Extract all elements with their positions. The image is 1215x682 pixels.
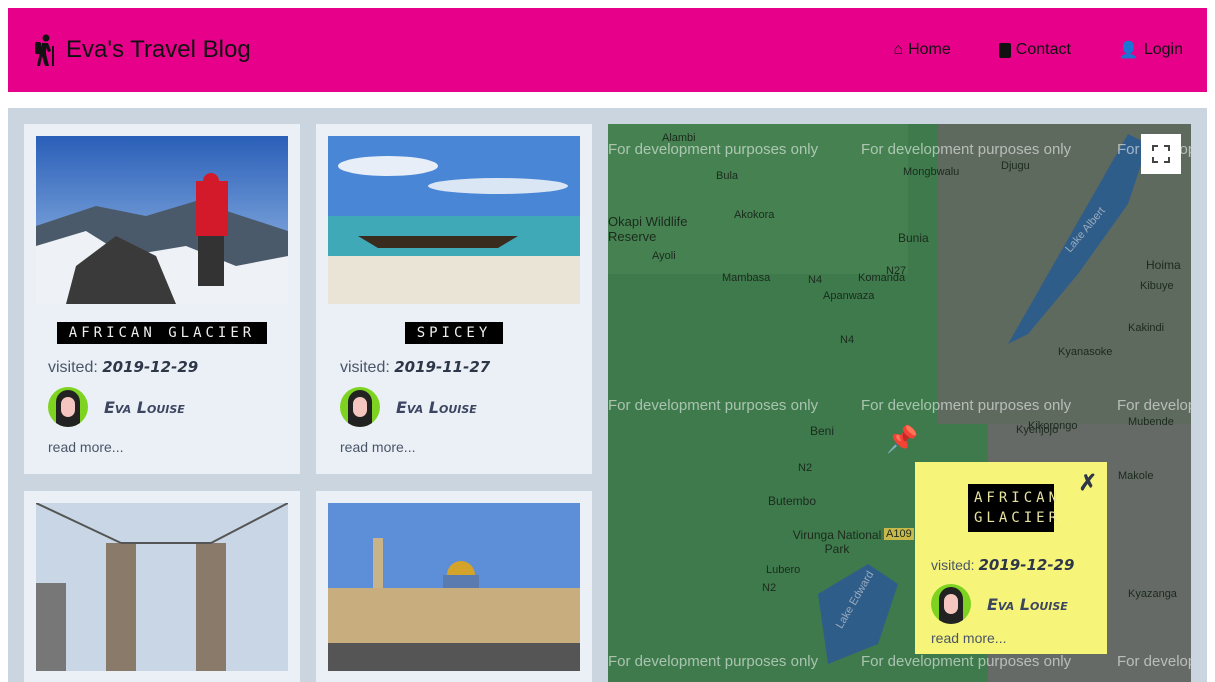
site-title: Eva's Travel Blog (66, 36, 251, 63)
visited-label: visited: (931, 557, 975, 573)
map-label: Kyanasoke (1058, 346, 1113, 358)
popup-author: Eva Louise (931, 584, 1091, 624)
map-label: A109 (884, 528, 914, 540)
visited-date: 2019-12-29 (978, 556, 1075, 574)
avatar (931, 584, 971, 624)
author-name: Eva Louise (987, 594, 1068, 614)
author: Eva Louise (48, 387, 288, 427)
map-label: Beni (810, 424, 835, 438)
map-watermark: For development purposes only (861, 141, 1072, 158)
map-label: N2 (798, 462, 813, 474)
map-label: N4 (840, 334, 855, 346)
read-more-link[interactable]: read more... (340, 439, 580, 455)
post-card[interactable]: SPICEY visited: 2019-11-27 Eva Louise re… (316, 124, 592, 474)
fullscreen-button[interactable] (1141, 134, 1181, 174)
visited-date: 2019-12-29 (102, 358, 199, 376)
brand[interactable]: Eva's Travel Blog (32, 34, 251, 66)
author-name: Eva Louise (104, 397, 185, 417)
main-content: AFRICAN GLACIER visited: 2019-12-29 Eva … (8, 108, 1207, 682)
map-label: N4 (808, 274, 823, 286)
main-nav: ⌂ Home Contact 👤 Login (893, 40, 1183, 60)
post-photo[interactable] (36, 136, 288, 304)
map-watermark: For development purposes only (861, 397, 1072, 414)
map-label: Virunga National Park (792, 528, 882, 556)
header: Eva's Travel Blog ⌂ Home Contact 👤 Login (8, 8, 1207, 92)
post-photo[interactable] (328, 503, 580, 671)
map-watermark: For development purposes only (861, 653, 1072, 670)
map-watermark: For development purposes only (608, 397, 819, 414)
visited-line: visited: 2019-11-27 (340, 358, 580, 377)
author: Eva Louise (340, 387, 580, 427)
read-more-link[interactable]: read more... (931, 630, 1091, 646)
map-label: Bula (716, 170, 739, 182)
map-label: Kakindi (1128, 322, 1165, 334)
map-info-popup: ✗ AFRICAN GLACIER visited: 2019-12-29 Ev… (915, 462, 1107, 654)
avatar (340, 387, 380, 427)
post-card[interactable]: AFRICAN GLACIER visited: 2019-12-29 Eva … (24, 124, 300, 474)
map-watermark: For development purposes only (1117, 397, 1191, 414)
nav-contact[interactable]: Contact (998, 40, 1071, 60)
map-label: Butembo (768, 494, 817, 508)
map-watermark: For development purposes only (608, 141, 819, 158)
map-label: Mubende (1128, 416, 1174, 428)
read-more-link[interactable]: read more... (48, 439, 288, 455)
nav-contact-label: Contact (1015, 41, 1071, 58)
map-label: N27 (886, 265, 907, 277)
map-label: Akokora (734, 209, 775, 221)
map-label: Alambi (662, 132, 696, 144)
visited-label: visited: (48, 359, 98, 376)
map-label: Lubero (766, 564, 801, 576)
map-watermark: For development purposes only (608, 653, 819, 670)
map-label: Mambasa (722, 272, 771, 284)
map-pin-icon[interactable]: 📌 (886, 424, 918, 455)
map-label: Makole (1118, 470, 1154, 482)
post-card[interactable] (316, 491, 592, 682)
map-label: Kibuye (1140, 280, 1174, 292)
popup-visited-line: visited: 2019-12-29 (931, 556, 1091, 574)
map-label: Ayoli (652, 250, 676, 262)
map-watermark: For development purposes only (1117, 653, 1191, 670)
map-label: Djugu (1001, 160, 1030, 172)
visited-line: visited: 2019-12-29 (48, 358, 288, 377)
map-label: Hoima (1146, 258, 1181, 272)
avatar (48, 387, 88, 427)
author-name: Eva Louise (396, 397, 477, 417)
hiker-icon (35, 34, 54, 66)
map-label: Okapi Wildlife Reserve (608, 214, 688, 244)
map-label: N2 (762, 582, 777, 594)
post-card[interactable] (24, 491, 300, 682)
post-title: SPICEY (404, 322, 504, 344)
nav-home-label: Home (908, 41, 951, 58)
popup-title: AFRICAN GLACIER (968, 484, 1057, 532)
map-label: Kyazanga (1128, 588, 1177, 600)
map-label: Apanwaza (823, 290, 875, 302)
map[interactable]: For development purposes only For develo… (608, 124, 1191, 682)
nav-login-label: Login (1143, 41, 1183, 58)
post-photo[interactable] (36, 503, 288, 671)
post-title: AFRICAN GLACIER (56, 322, 268, 344)
map-label: Bunia (898, 231, 929, 245)
visited-date: 2019-11-27 (394, 358, 491, 376)
nav-home[interactable]: ⌂ Home (893, 40, 950, 60)
post-photo[interactable] (328, 136, 580, 304)
map-label: Kyenjojo (1016, 424, 1059, 436)
fullscreen-icon (1152, 145, 1170, 163)
map-label: Mongbwalu (903, 166, 960, 178)
home-icon: ⌂ (893, 41, 904, 58)
user-lock-icon: 👤 (1118, 42, 1139, 59)
visited-label: visited: (340, 359, 390, 376)
close-icon[interactable]: ✗ (1079, 470, 1097, 496)
nav-login[interactable]: 👤 Login (1119, 40, 1183, 60)
contact-card-icon (998, 42, 1011, 58)
